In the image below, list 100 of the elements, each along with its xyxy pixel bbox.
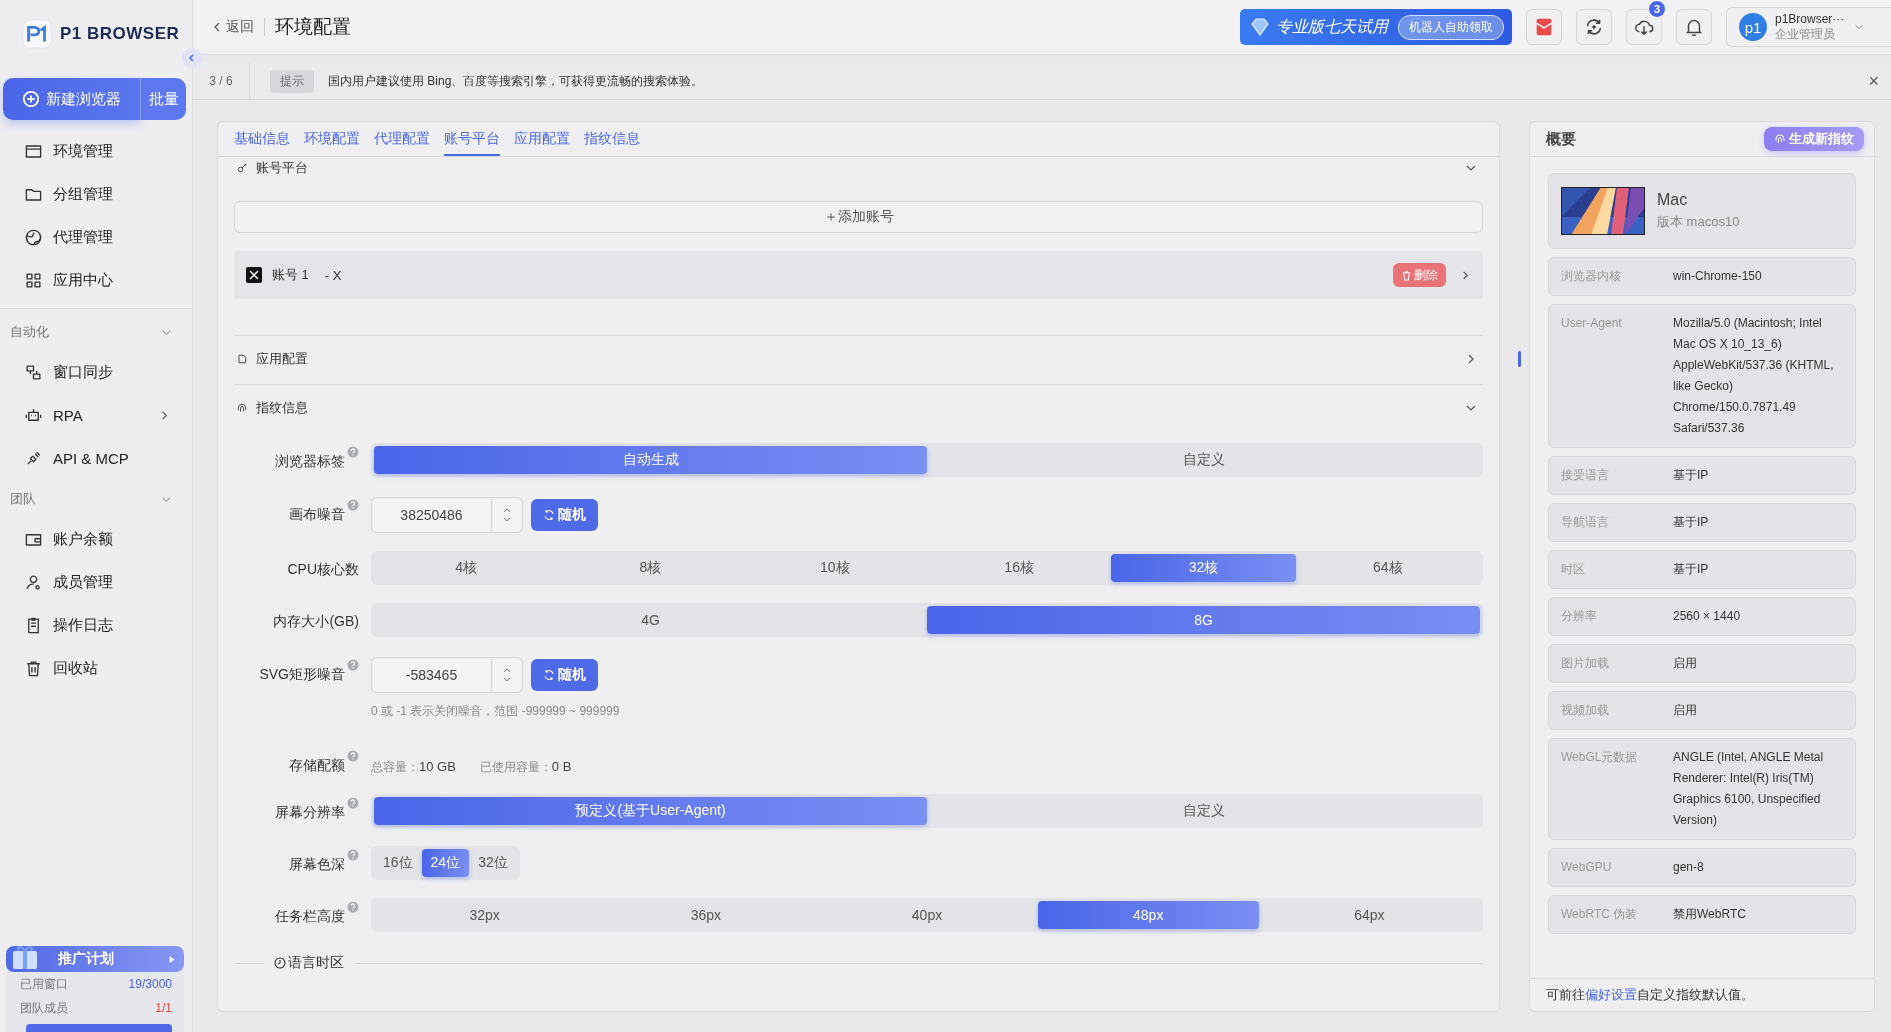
refresh-icon	[543, 669, 555, 681]
segment-option[interactable]: 36px	[595, 901, 817, 929]
segment-option[interactable]: 40px	[816, 901, 1038, 929]
section-header[interactable]: 指纹信息	[234, 391, 1483, 425]
key-icon	[236, 162, 248, 174]
field-label: CPU核心数	[287, 561, 359, 579]
plus-icon	[22, 90, 40, 108]
refresh-icon	[543, 509, 555, 521]
tab[interactable]: 账号平台	[444, 130, 500, 156]
segment-option[interactable]: 8G	[927, 606, 1480, 634]
add-account-button[interactable]: ＋添加账号	[234, 201, 1483, 233]
avatar: p1	[1739, 13, 1767, 41]
segment-option[interactable]: 64核	[1295, 554, 1480, 582]
tab[interactable]: 应用配置	[514, 130, 570, 156]
logo-icon	[22, 19, 52, 49]
back-link[interactable]: 返回	[213, 18, 254, 36]
resize-handle[interactable]	[1518, 351, 1521, 367]
nav-item[interactable]: API & MCP	[0, 437, 192, 480]
caret-icon	[167, 954, 176, 964]
segment-option[interactable]: 32px	[374, 901, 596, 929]
nav-item[interactable]: 应用中心	[0, 259, 192, 302]
stat-value: 1/1	[155, 1001, 172, 1015]
segment-option[interactable]: 8核	[558, 554, 743, 582]
step-counter: 3 / 6	[193, 63, 250, 99]
property-value: 基于IP	[1673, 561, 1709, 578]
segment-option[interactable]: 24位	[421, 849, 470, 877]
segment-option[interactable]: 4核	[374, 554, 559, 582]
notification-badge: 3	[1647, 0, 1666, 18]
hint-tag: 提示	[270, 69, 314, 93]
notification-button[interactable]	[1676, 9, 1712, 45]
help-icon[interactable]	[347, 901, 359, 913]
stat-value: 19/3000	[128, 977, 172, 991]
nav-item[interactable]: 分组管理	[0, 173, 192, 216]
envelope-button[interactable]	[1526, 9, 1562, 45]
hint-text: 国内用户建议使用 Bing、百度等搜索引擎，可获得更流畅的搜索体验。	[328, 72, 704, 90]
tab[interactable]: 环境配置	[304, 130, 360, 156]
property-label: 接受语言	[1561, 467, 1610, 484]
property-value: Mozilla/5.0 (Macintosh; Intel Mac OS X 10_13_6) AppleWebKit/537.36 (KHTML, like Gecko) Chrome/150.0.7871.49 Safari/537.36	[1673, 315, 1835, 437]
windows-sync-icon	[24, 363, 43, 382]
section-header[interactable]: 应用配置	[234, 342, 1483, 376]
help-icon[interactable]	[347, 797, 359, 809]
trial-banner[interactable]: 专业版七天试用 机器人自助领取	[1240, 9, 1512, 45]
property-value: 启用	[1673, 655, 1697, 672]
brand-name: P1 BROWSER	[60, 24, 180, 44]
preferences-link[interactable]: 偏好设置	[1585, 987, 1637, 1002]
nav-item[interactable]: 环境管理	[0, 130, 192, 173]
segment-option[interactable]: 16核	[927, 554, 1112, 582]
tab[interactable]: 代理配置	[374, 130, 430, 156]
field-label: 屏幕色深	[289, 856, 345, 874]
nav-item[interactable]: 回收站	[0, 647, 192, 690]
tab[interactable]: 基础信息	[234, 130, 290, 156]
new-browser-button[interactable]: 新建浏览器	[3, 78, 140, 120]
segment-option[interactable]: 32核	[1111, 554, 1296, 582]
stat-label: 已用窗口	[20, 975, 68, 993]
chevron-icon	[159, 410, 170, 421]
help-icon[interactable]	[347, 499, 359, 511]
nav-item[interactable]: 成员管理	[0, 561, 192, 604]
field-label: 内存大小(GB)	[273, 613, 359, 631]
sync-button[interactable]	[1576, 9, 1612, 45]
number-input[interactable]: 38250486	[371, 497, 523, 533]
collapse-button[interactable]	[182, 48, 202, 68]
batch-button[interactable]: 批量	[140, 78, 186, 120]
trial-text: 专业版七天试用	[1276, 16, 1388, 37]
user-menu[interactable]: p1 p1Browser··· 企业管理员	[1726, 7, 1891, 47]
segment-option[interactable]: 32位	[469, 849, 517, 877]
segment-option[interactable]: 自定义	[927, 446, 1480, 474]
help-icon[interactable]	[347, 849, 359, 861]
chevron-icon[interactable]	[1460, 269, 1471, 281]
number-input[interactable]: -583465	[371, 657, 523, 693]
segment-option[interactable]: 48px	[1037, 901, 1259, 929]
property-label: 导航语言	[1561, 514, 1610, 531]
property-label: 浏览器内核	[1561, 268, 1622, 285]
nav-item[interactable]: 代理管理	[0, 216, 192, 259]
nav-item[interactable]: 账户余额	[0, 518, 192, 561]
property-label: WebGPU	[1561, 859, 1613, 876]
help-icon[interactable]	[347, 659, 359, 671]
nav-item[interactable]: 窗口同步	[0, 351, 192, 394]
segment-option[interactable]: 预定义(基于User-Agent)	[374, 797, 927, 825]
help-icon[interactable]	[347, 750, 359, 762]
user-icon	[24, 573, 43, 592]
segment-option[interactable]: 自定义	[927, 797, 1480, 825]
user-role: 企业管理员	[1775, 27, 1836, 42]
segment-option[interactable]: 64px	[1258, 901, 1480, 929]
section-header[interactable]: 账号平台	[234, 157, 1483, 179]
close-button[interactable]: ×	[1862, 69, 1885, 93]
nav-item[interactable]: 操作日志	[0, 604, 192, 647]
promo-banner[interactable]: 推广计划	[6, 946, 184, 972]
segment-option[interactable]: 4G	[374, 606, 927, 634]
nav-item[interactable]: RPA	[0, 394, 192, 437]
random-button[interactable]: 随机	[531, 499, 598, 531]
document-icon	[236, 353, 248, 365]
segment-option[interactable]: 自动生成	[374, 446, 927, 474]
random-button[interactable]: 随机	[531, 659, 598, 691]
segment-option[interactable]: 10核	[742, 554, 927, 582]
segment-option[interactable]: 16位	[374, 849, 422, 877]
property-label: 时区	[1561, 561, 1586, 578]
help-icon[interactable]	[347, 446, 359, 458]
field-label: 画布噪音	[289, 506, 345, 524]
storage-info: 总容量：10 GB	[371, 759, 456, 776]
tab[interactable]: 指纹信息	[584, 130, 640, 156]
